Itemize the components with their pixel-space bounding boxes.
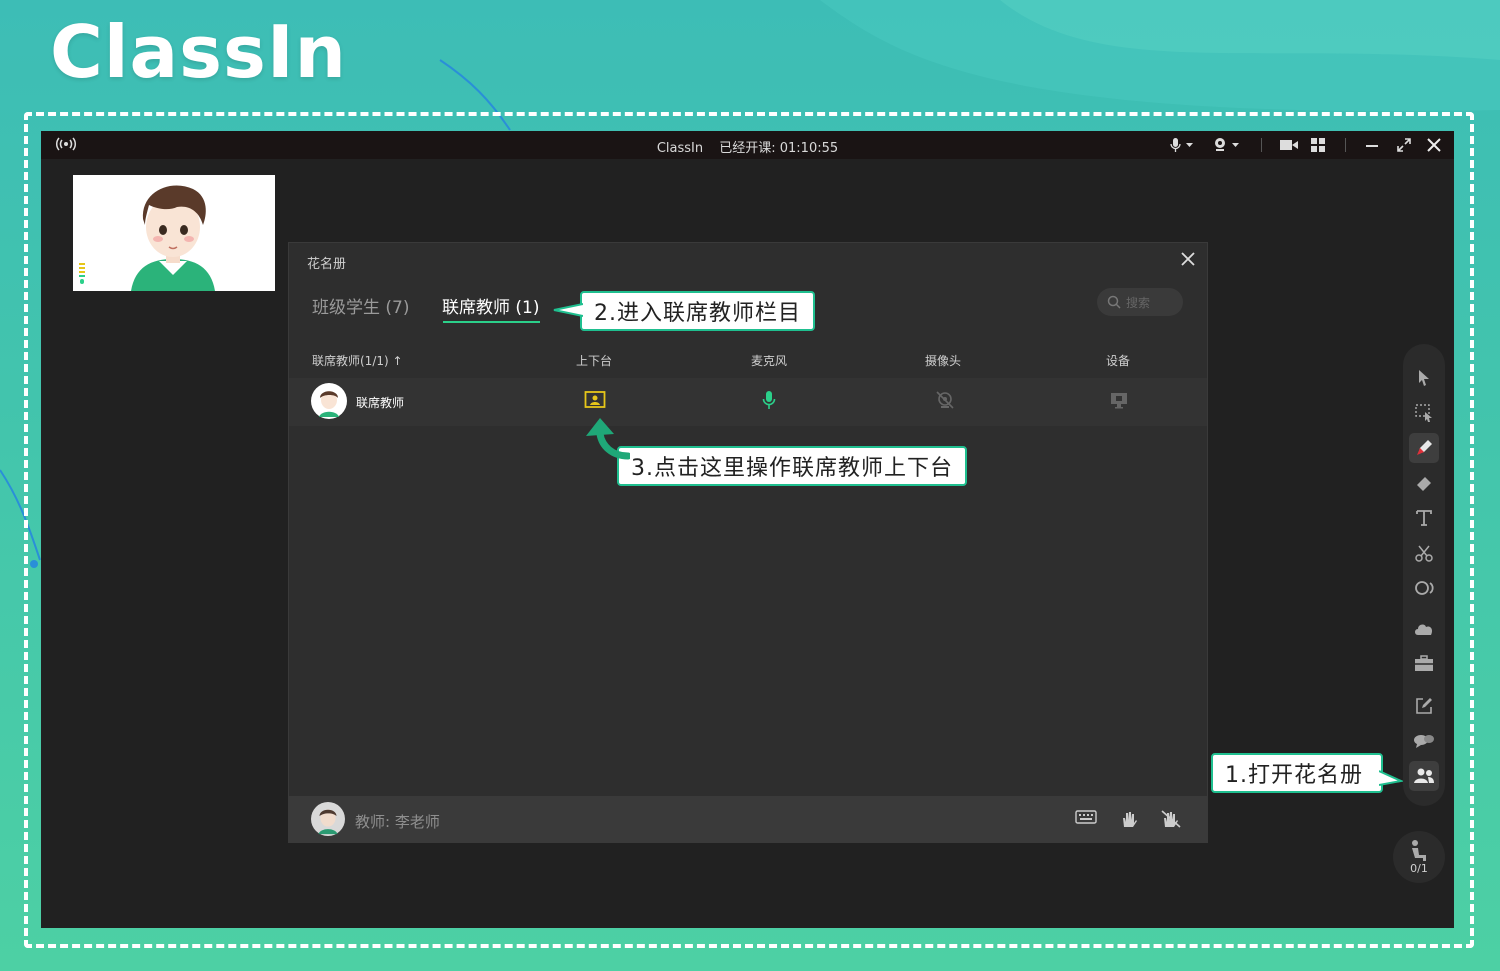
roster-close-button[interactable]: [1181, 251, 1195, 270]
tool-scissors[interactable]: [1412, 541, 1436, 565]
edit-icon: [1416, 698, 1432, 714]
toolbox-icon: [1415, 655, 1433, 671]
callout-step-3: 3.点击这里操作联席教师上下台: [617, 446, 967, 486]
grid-icon: [1311, 138, 1325, 152]
seat-count: 0/1: [1410, 862, 1428, 875]
close-icon: [1427, 138, 1441, 152]
minimize-button[interactable]: [1365, 136, 1379, 154]
camera-dropdown[interactable]: [1213, 136, 1241, 154]
hand-icon: [1123, 812, 1137, 827]
marquee-select-icon: [1415, 404, 1432, 422]
table-row: 联席教师: [289, 378, 1207, 426]
callout-step-3-text: 3.点击这里操作联席教师上下台: [631, 456, 953, 481]
callout-step-1-text: 1.打开花名册: [1225, 763, 1363, 788]
tool-edit[interactable]: [1412, 694, 1436, 718]
close-window-button[interactable]: [1427, 136, 1441, 154]
chat-bubbles-icon: [1414, 735, 1434, 748]
microphone-toggle-button[interactable]: [762, 390, 776, 414]
keyboard-button[interactable]: [1075, 809, 1097, 829]
roster-dialog: 花名册 班级学生 (7) 联席教师 (1) 搜索 联席教师(1/1) ↑ 上下台…: [288, 242, 1208, 843]
camera-off-icon: [936, 391, 954, 409]
scissors-icon: [1415, 545, 1433, 562]
classin-logo: ClassIn: [50, 10, 347, 94]
eraser-icon: [1417, 477, 1431, 491]
cartoon-avatar-image: [131, 185, 215, 291]
avatar: [311, 802, 345, 836]
assistant-teacher-name: 联席教师: [356, 396, 405, 410]
tool-region-select[interactable]: [1412, 401, 1436, 425]
hands-off-icon: [1161, 810, 1181, 828]
cursor-icon: [1419, 370, 1429, 386]
tool-text[interactable]: [1412, 506, 1436, 530]
column-header-name[interactable]: 联席教师(1/1) ↑: [312, 352, 403, 369]
tool-select[interactable]: [1412, 366, 1436, 390]
app-name: ClassIn: [656, 141, 704, 156]
device-info-button[interactable]: [1109, 390, 1129, 414]
search-icon: [1107, 295, 1121, 309]
users-icon: [1414, 768, 1434, 783]
tab-class-students[interactable]: 班级学生 (7): [312, 293, 409, 318]
class-timer: 已经开课: 01:10:55: [719, 141, 839, 156]
seat-icon: [1412, 840, 1426, 861]
minimize-icon: [1366, 145, 1378, 147]
window-title: ClassIn 已经开课: 01:10:55: [41, 137, 1454, 156]
column-header-device: 设备: [1106, 354, 1131, 368]
green-arrow-icon: [586, 418, 630, 460]
column-header-stage: 上下台: [576, 354, 613, 368]
tool-pen[interactable]: [1409, 433, 1439, 463]
callout-step-2-text: 2.进入联席教师栏目: [594, 301, 801, 326]
titlebar-divider: [1345, 138, 1346, 152]
column-header-camera: 摄像头: [925, 354, 962, 368]
cloud-icon: [1415, 624, 1433, 635]
tool-toolbox[interactable]: [1412, 652, 1436, 676]
stage-toggle-button[interactable]: [584, 390, 606, 414]
grid-layout-button[interactable]: [1311, 136, 1325, 154]
avatar: [311, 383, 347, 419]
fullscreen-button[interactable]: [1397, 136, 1411, 154]
raise-hand-button[interactable]: [1119, 809, 1139, 833]
tool-roster[interactable]: [1409, 761, 1439, 791]
microphone-icon: [1170, 138, 1193, 152]
search-input[interactable]: 搜索: [1097, 288, 1183, 316]
pen-icon: [1417, 440, 1432, 455]
lower-all-hands-button[interactable]: [1160, 809, 1182, 833]
teacher-video-tile[interactable]: [73, 175, 275, 291]
video-layout-button[interactable]: [1279, 136, 1299, 154]
on-stage-icon: [584, 391, 606, 408]
seat-counter-button[interactable]: 0/1: [1393, 831, 1445, 883]
microphone-on-icon: [762, 391, 776, 409]
title-bar: ClassIn 已经开课: 01:10:55: [41, 131, 1454, 159]
fullscreen-icon: [1397, 138, 1411, 152]
callout-pointer: [1379, 770, 1403, 786]
column-header-microphone: 麦克风: [751, 354, 788, 368]
tool-eraser[interactable]: [1412, 471, 1436, 495]
teacher-label: 教师: 李老师: [355, 813, 440, 831]
callout-step-2: 2.进入联席教师栏目: [553, 291, 815, 331]
keyboard-icon: [1075, 810, 1097, 824]
search-placeholder: 搜索: [1126, 295, 1151, 310]
video-camera-icon: [1280, 140, 1298, 150]
tool-chat[interactable]: [1412, 729, 1436, 753]
roster-title: 花名册: [307, 257, 347, 272]
callout-step-1: 1.打开花名册: [1211, 753, 1403, 793]
tool-cloud-drive[interactable]: [1412, 617, 1436, 641]
callout-pointer: [553, 303, 583, 317]
tab-assistant-teachers[interactable]: 联席教师 (1): [442, 293, 539, 318]
monitor-icon: [1111, 393, 1127, 409]
webcam-icon: [1215, 138, 1239, 151]
classroom-window: ClassIn 已经开课: 01:10:55 花名册 班级学生 (7) 联席教师…: [41, 131, 1454, 928]
microphone-dropdown[interactable]: [1169, 136, 1195, 154]
close-icon: [1181, 252, 1195, 266]
camera-toggle-button[interactable]: [935, 390, 955, 414]
audio-level-icon: [79, 263, 85, 284]
text-icon: [1416, 510, 1432, 526]
roster-footer: 教师: 李老师: [289, 796, 1207, 843]
active-tab-indicator: [443, 321, 540, 323]
titlebar-divider: [1261, 138, 1262, 152]
tool-shapes[interactable]: [1412, 576, 1436, 600]
shapes-icon: [1415, 581, 1434, 595]
whiteboard-toolbar: [1403, 344, 1445, 806]
